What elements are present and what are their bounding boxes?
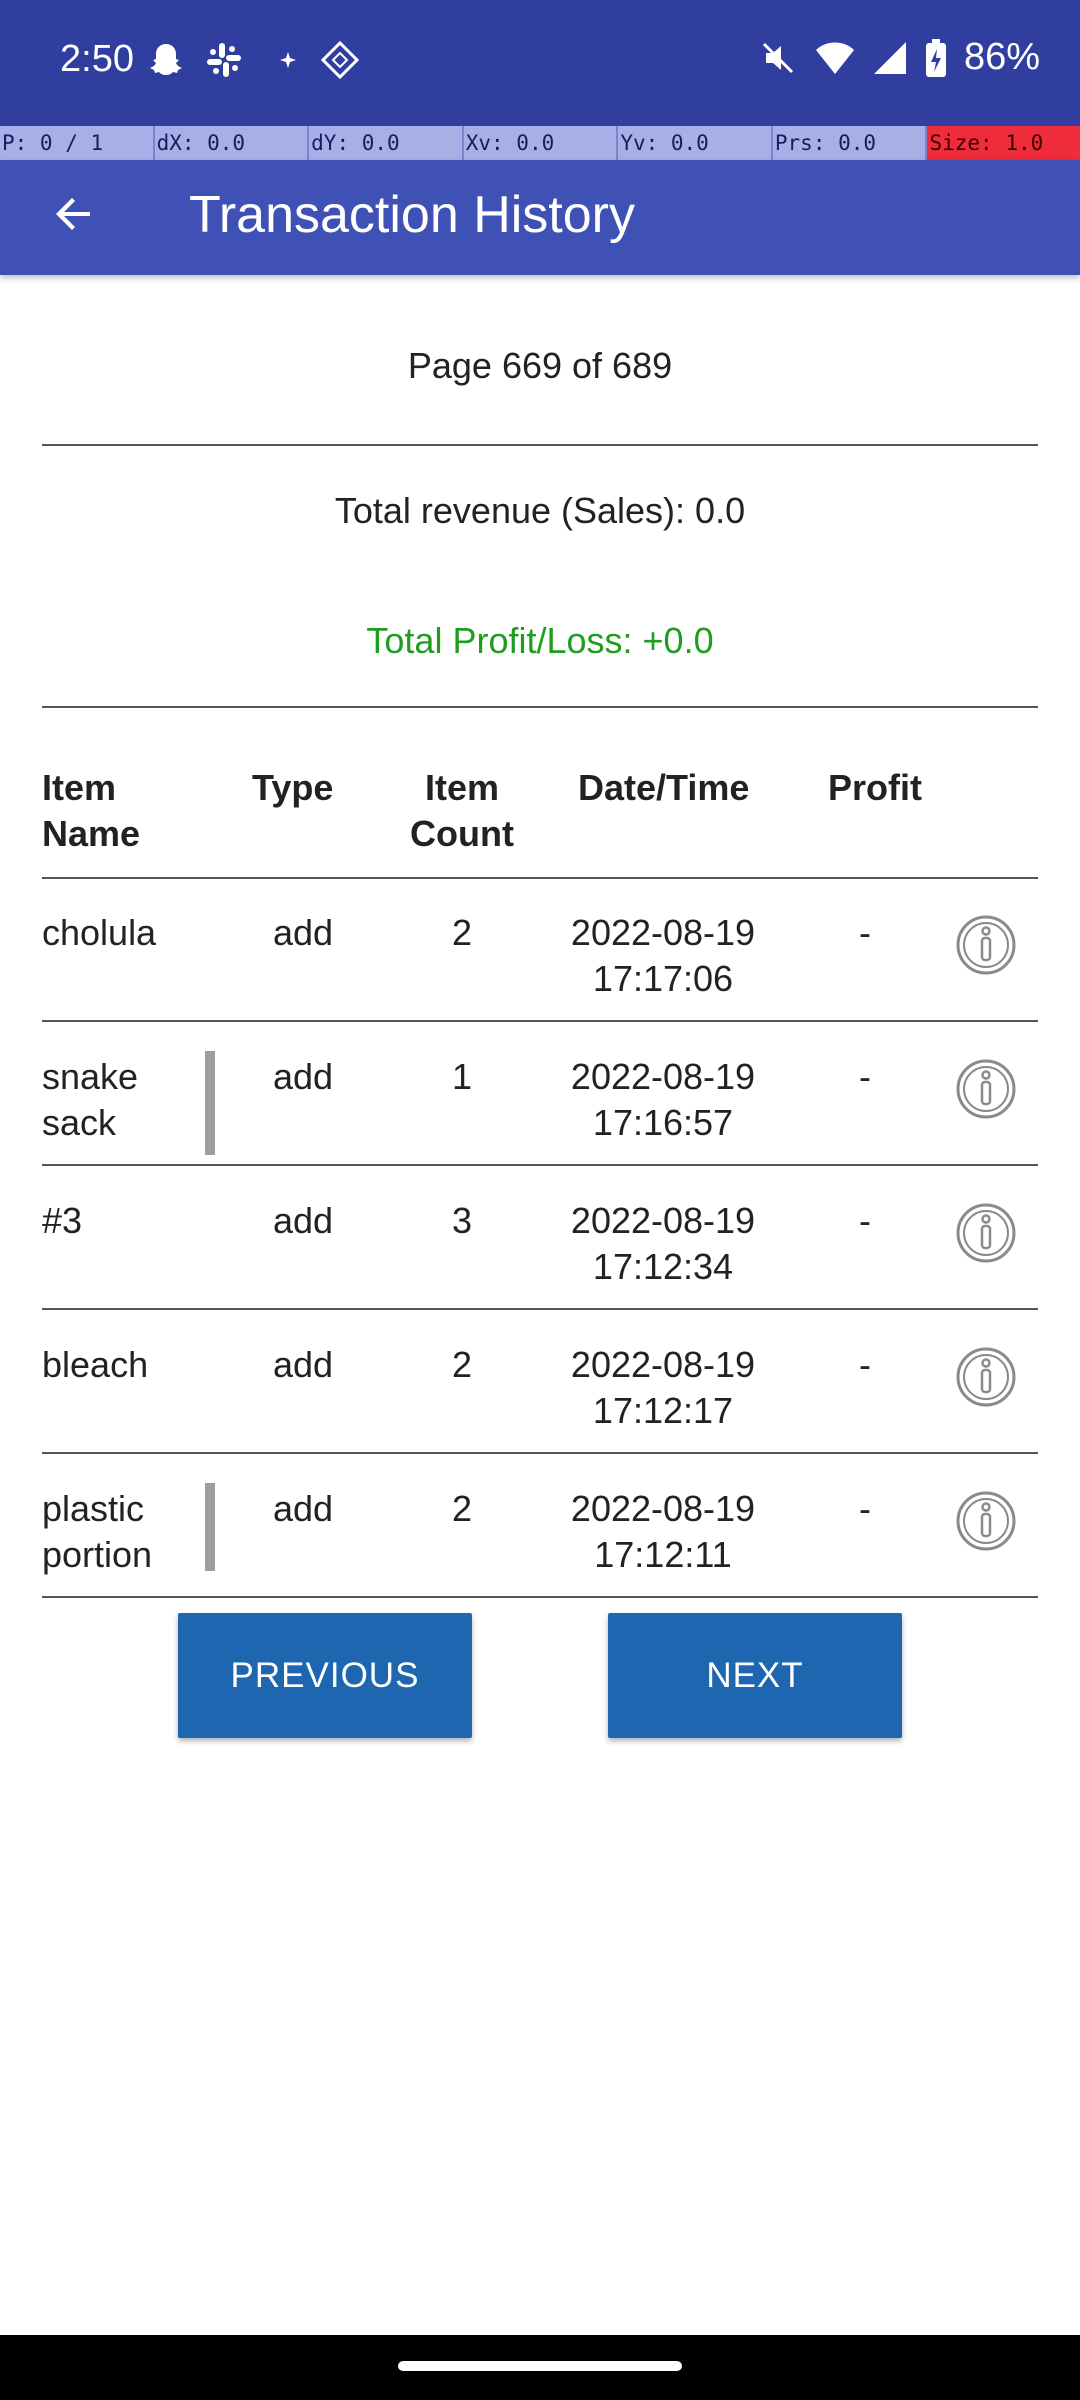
- back-button[interactable]: [40, 180, 108, 248]
- row-item-name: plastic portion: [42, 1488, 153, 1575]
- signal-icon: [872, 38, 908, 78]
- next-button[interactable]: NEXT: [608, 1613, 902, 1738]
- row-item-name: snake sack: [42, 1056, 139, 1143]
- pointer-yv: Yv: 0.0: [618, 126, 773, 160]
- app-diamond-icon: [320, 40, 360, 80]
- mute-icon: [758, 38, 798, 78]
- row-type: add: [272, 1200, 334, 1241]
- pointer-pressure: Prs: 0.0: [772, 126, 928, 160]
- row-item-count: 1: [451, 1056, 473, 1097]
- row-date: 2022-08-19: [570, 1488, 756, 1529]
- text-scroll-indicator: [205, 1483, 215, 1571]
- info-icon: [956, 1059, 1016, 1119]
- header-divider: [42, 877, 1038, 879]
- total-revenue: Total revenue (Sales): 0.0: [334, 490, 746, 531]
- row-item-name: #3: [42, 1200, 83, 1241]
- row-info-button[interactable]: [955, 1346, 1017, 1408]
- row-info-button[interactable]: [955, 1490, 1017, 1552]
- sparkle-icon: [268, 40, 308, 80]
- pointer-size: Size: 1.0: [927, 126, 1080, 160]
- row-profit: -: [859, 1056, 871, 1097]
- page-indicator: Page 669 of 689: [407, 345, 673, 386]
- header-profit: Profit: [828, 767, 922, 808]
- row-date: 2022-08-19: [570, 1056, 756, 1097]
- row-item-name: cholula: [42, 912, 157, 953]
- row-divider: [42, 1020, 1038, 1022]
- arrow-back-icon: [56, 198, 90, 230]
- home-gesture-handle[interactable]: [398, 2361, 682, 2371]
- row-type: add: [272, 912, 334, 953]
- text-scroll-indicator: [205, 1051, 215, 1155]
- summary-divider-bottom: [42, 706, 1038, 708]
- row-time: 17:17:06: [592, 958, 734, 999]
- pointer-location-overlay: P: 0 / 1 dX: 0.0 dY: 0.0 Xv: 0.0 Yv: 0.0…: [0, 126, 1080, 160]
- row-profit: -: [859, 1344, 871, 1385]
- row-date: 2022-08-19: [570, 912, 756, 953]
- row-item-count: 2: [451, 1488, 473, 1529]
- navigation-bar: [0, 2335, 1080, 2400]
- row-info-button[interactable]: [955, 1202, 1017, 1264]
- row-time: 17:12:11: [594, 1534, 732, 1575]
- header-item-name: Item Name: [42, 767, 141, 854]
- row-time: 17:16:57: [592, 1102, 734, 1143]
- battery-charging-icon: [924, 37, 948, 79]
- row-time: 17:12:17: [592, 1390, 734, 1431]
- battery-percent: 86%: [963, 36, 1040, 78]
- row-profit: -: [859, 912, 871, 953]
- row-item-count: 2: [451, 1344, 473, 1385]
- previous-button[interactable]: PREVIOUS: [178, 1613, 472, 1738]
- total-profit-loss: Total Profit/Loss: +0.0: [366, 620, 714, 661]
- status-time: 2:50: [60, 38, 134, 80]
- row-divider: [42, 1452, 1038, 1454]
- summary-divider-top: [42, 444, 1038, 446]
- wifi-icon: [814, 38, 856, 78]
- status-right-group: 86%: [758, 36, 1040, 79]
- row-item-count: 2: [451, 912, 473, 953]
- slack-icon: [204, 40, 244, 80]
- row-date: 2022-08-19: [570, 1200, 756, 1241]
- header-date-time: Date/Time: [578, 767, 750, 808]
- pointer-count: P: 0 / 1: [0, 126, 155, 160]
- header-type: Type: [252, 767, 334, 808]
- row-type: add: [272, 1344, 334, 1385]
- app-bar: Transaction History: [0, 160, 1080, 275]
- row-time: 17:12:34: [592, 1246, 734, 1287]
- row-profit: -: [859, 1200, 871, 1241]
- info-icon: [956, 1347, 1016, 1407]
- row-info-button[interactable]: [955, 914, 1017, 976]
- page-title: Transaction History: [189, 186, 635, 244]
- snapchat-icon: [146, 40, 186, 80]
- info-icon: [956, 915, 1016, 975]
- row-item-count: 3: [451, 1200, 473, 1241]
- info-icon: [956, 1203, 1016, 1263]
- row-type: add: [272, 1488, 334, 1529]
- pointer-dx: dX: 0.0: [154, 126, 310, 160]
- row-divider: [42, 1308, 1038, 1310]
- row-type: add: [272, 1056, 334, 1097]
- row-item-name: bleach: [42, 1344, 149, 1385]
- row-date: 2022-08-19: [570, 1344, 756, 1385]
- header-item-count: Item Count: [410, 767, 514, 854]
- pointer-xv: Xv: 0.0: [463, 126, 619, 160]
- row-profit: -: [859, 1488, 871, 1529]
- status-bar: 2:50 86%: [0, 0, 1080, 126]
- row-divider: [42, 1164, 1038, 1166]
- info-icon: [956, 1491, 1016, 1551]
- pointer-dy: dY: 0.0: [309, 126, 464, 160]
- row-divider: [42, 1596, 1038, 1598]
- row-info-button[interactable]: [955, 1058, 1017, 1120]
